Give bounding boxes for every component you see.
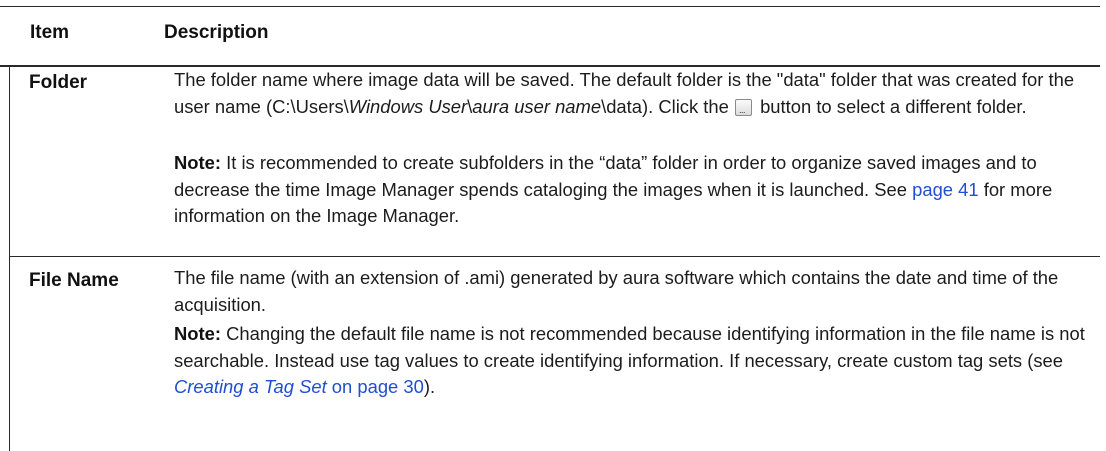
column-header-item: Item (30, 22, 70, 43)
parameters-table: Item Description Folder The folder name … (0, 0, 1106, 451)
table-header: Item Description (0, 6, 1100, 67)
page-41-link[interactable]: page 41 (912, 179, 978, 200)
column-header-description: Description (164, 22, 269, 43)
browse-ellipsis-icon (734, 97, 752, 123)
row-divider (9, 256, 1100, 257)
folder-note: Note: It is recommended to create subfol… (174, 152, 1053, 226)
folder-description: The folder name where image data will be… (174, 67, 1096, 123)
table-left-border (9, 66, 10, 451)
creating-tag-set-link[interactable]: Creating a Tag Set on page 30 (174, 376, 424, 397)
file-name-description: The file name (with an extension of .ami… (174, 267, 1059, 315)
item-label-file-name: File Name (29, 270, 119, 291)
note-label: Note: (174, 152, 221, 173)
item-label-folder: Folder (29, 72, 88, 93)
note-label: Note: (174, 323, 221, 344)
file-name-note: Note: Changing the default file name is … (174, 323, 1085, 397)
